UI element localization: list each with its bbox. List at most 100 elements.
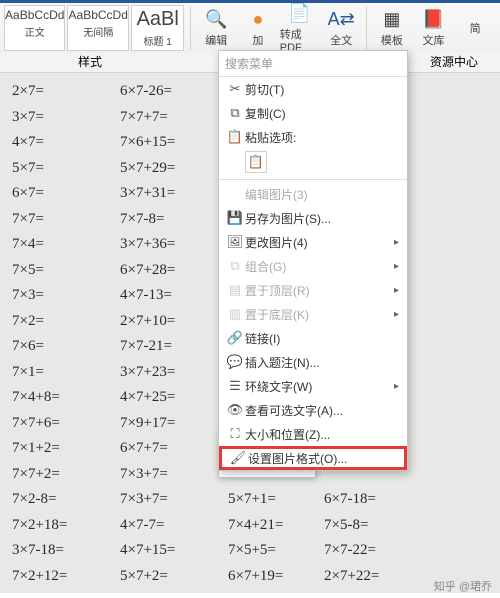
menu-cut[interactable]: ✂剪切(T) [219, 77, 407, 101]
menu-size-position[interactable]: ⛶大小和位置(Z)... [219, 422, 407, 446]
book-icon: 📕 [422, 9, 444, 30]
math-cell: 7×7-22= [324, 542, 420, 559]
pdf-button[interactable]: 📄转成PDF [280, 4, 320, 52]
math-cell: 7×1= [12, 364, 120, 381]
math-cell: 4×7= [12, 134, 120, 151]
menu-change-picture[interactable]: 🖼更改图片(4)▸ [219, 230, 407, 254]
front-icon: ▤ [225, 282, 245, 298]
alt-icon: 👁 [225, 402, 245, 418]
menu-format-picture[interactable]: 🖌设置图片格式(O)... [219, 446, 407, 470]
grid-icon: ▦ [383, 9, 400, 30]
add-button[interactable]: ●加 [238, 4, 278, 52]
section-res-label: 资源中心 [430, 53, 478, 70]
context-menu: 搜索菜单 ✂剪切(T) ⧉复制(C) 📋粘贴选项: 📋 编辑图片(3) 💾另存为… [218, 50, 408, 471]
math-cell: 4×7-13= [120, 287, 228, 304]
math-cell: 7×4+8= [12, 389, 120, 406]
library-button[interactable]: 📕文库 [414, 4, 454, 52]
math-cell: 7×3+7= [120, 466, 228, 483]
math-cell: 6×7+28= [120, 262, 228, 279]
simple-button[interactable]: 简 [455, 4, 495, 52]
menu-paste-options: 📋粘贴选项: [219, 125, 407, 149]
doc-row: 3×7-18=4×7+15=7×5+5=7×7-22= [12, 538, 500, 564]
math-cell: 5×7+2= [120, 568, 228, 585]
paste-option-chips: 📋 [219, 149, 407, 177]
math-cell: 6×7-26= [120, 83, 228, 100]
image-icon: 🖼 [225, 234, 245, 250]
menu-view-alt-text[interactable]: 👁查看可选文字(A)... [219, 398, 407, 422]
math-cell: 7×5+5= [228, 542, 324, 559]
math-cell: 6×7-18= [324, 491, 420, 508]
math-cell: 2×7+10= [120, 313, 228, 330]
math-cell: 7×6+15= [120, 134, 228, 151]
math-cell: 3×7+31= [120, 185, 228, 202]
math-cell: 2×7= [12, 83, 120, 100]
math-cell: 6×7= [12, 185, 120, 202]
search-icon: 🔍 [205, 9, 227, 30]
math-cell: 7×2= [12, 313, 120, 330]
template-button[interactable]: ▦模板 [372, 4, 412, 52]
fulltext-button[interactable]: A⇄全文 [321, 4, 361, 52]
math-cell: 7×2+18= [12, 517, 120, 534]
math-cell: 7×2-8= [12, 491, 120, 508]
menu-bring-front: ▤置于顶层(R)▸ [219, 278, 407, 302]
math-cell: 7×2+12= [12, 568, 120, 585]
math-cell: 7×3+7= [120, 491, 228, 508]
chevron-right-icon: ▸ [394, 237, 399, 248]
math-cell: 5×7+29= [120, 160, 228, 177]
menu-wrap-text[interactable]: ☰环绕文字(W)▸ [219, 374, 407, 398]
math-cell: 4×7+25= [120, 389, 228, 406]
save-icon: 💾 [225, 210, 245, 226]
math-cell: 3×7-18= [12, 542, 120, 559]
math-cell: 7×7+2= [12, 466, 120, 483]
menu-copy[interactable]: ⧉复制(C) [219, 101, 407, 125]
math-cell: 6×7+7= [120, 440, 228, 457]
caption-icon: 💬 [225, 354, 245, 370]
math-cell: 7×7+6= [12, 415, 120, 432]
dot-icon: ● [252, 9, 263, 30]
menu-send-back: ▥置于底层(K)▸ [219, 302, 407, 326]
math-cell: 3×7+23= [120, 364, 228, 381]
menu-search[interactable]: 搜索菜单 [219, 51, 407, 77]
group-icon: ⧉ [225, 258, 245, 274]
math-cell: 7×7-21= [120, 338, 228, 355]
math-cell: 7×9+17= [120, 415, 228, 432]
menu-save-as-picture[interactable]: 💾另存为图片(S)... [219, 206, 407, 230]
math-cell: 2×7+22= [324, 568, 420, 585]
doc-row: 7×2-8=7×3+7=5×7+1=6×7-18= [12, 487, 500, 513]
math-cell: 5×7= [12, 160, 120, 177]
math-cell: 7×4= [12, 236, 120, 253]
style-heading1[interactable]: AaBl 标题 1 [131, 5, 185, 51]
menu-group: ⧉组合(G)▸ [219, 254, 407, 278]
link-icon: 🔗 [225, 330, 245, 346]
cut-icon: ✂ [225, 81, 245, 97]
style-normal[interactable]: AaBbCcDd 正文 [4, 5, 65, 51]
edit-button[interactable]: 🔍编辑 [196, 4, 236, 52]
menu-edit-picture: 编辑图片(3) [219, 182, 407, 206]
math-cell: 4×7-7= [120, 517, 228, 534]
back-icon: ▥ [225, 306, 245, 322]
size-icon: ⛶ [225, 426, 245, 442]
pdf-icon: 📄 [288, 3, 310, 24]
math-cell: 7×7= [12, 211, 120, 228]
math-cell: 3×7= [12, 109, 120, 126]
style-nospacing[interactable]: AaBbCcDd 无间隔 [67, 5, 128, 51]
doc-row: 7×2+12=5×7+2=6×7+19=2×7+22= [12, 564, 500, 590]
math-cell: 7×7-8= [120, 211, 228, 228]
math-cell: 3×7+36= [120, 236, 228, 253]
format-icon: 🖌 [228, 450, 248, 466]
paste-chip[interactable]: 📋 [245, 151, 267, 173]
math-cell: 7×5= [12, 262, 120, 279]
watermark: 知乎 @珺乔 [434, 578, 492, 594]
doc-row: 7×2+18=4×7-7=7×4+21=7×5-8= [12, 513, 500, 539]
section-styles-label: 样式 [78, 53, 102, 70]
paste-icon: 📋 [225, 129, 245, 145]
math-cell: 7×4+21= [228, 517, 324, 534]
math-cell: 7×6= [12, 338, 120, 355]
wrap-icon: ☰ [225, 378, 245, 394]
math-cell: 7×1+2= [12, 440, 120, 457]
math-cell: 6×7+19= [228, 568, 324, 585]
text-icon: A⇄ [328, 9, 355, 30]
menu-link[interactable]: 🔗链接(I) [219, 326, 407, 350]
menu-caption[interactable]: 💬插入题注(N)... [219, 350, 407, 374]
math-cell: 5×7+1= [228, 491, 324, 508]
